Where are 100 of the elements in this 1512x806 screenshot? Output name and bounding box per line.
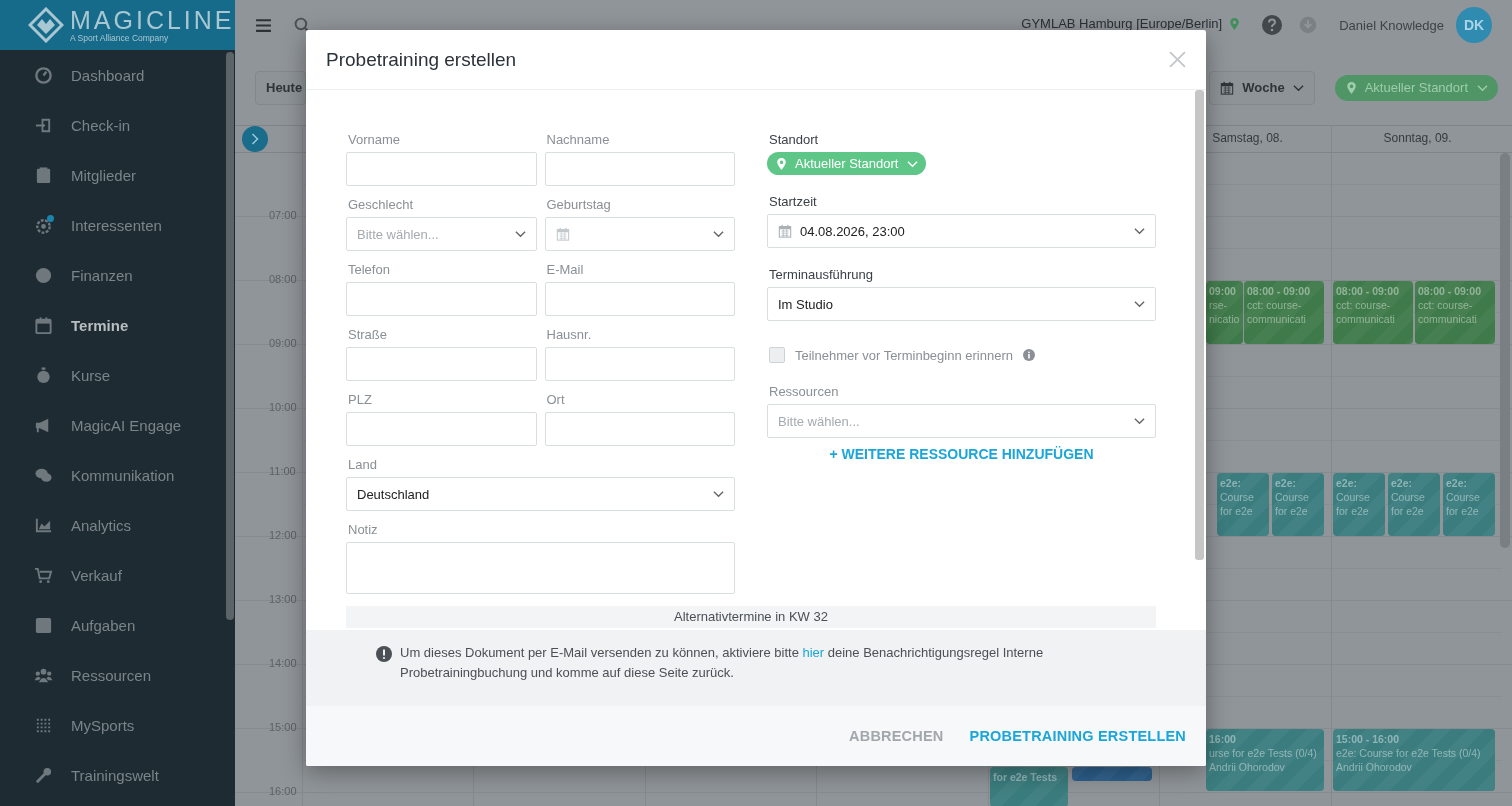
- sidebar-item[interactable]: Verkauf: [0, 550, 235, 600]
- chevron-icon: [251, 133, 259, 145]
- chevron-icon: [514, 230, 526, 238]
- calendar-event[interactable]: 08:00 - 09:00 cct: course- communicati: [1333, 281, 1413, 344]
- warning-icon: [376, 646, 392, 662]
- checkbox-label: Teilnehmer vor Terminbeginn erinnern: [795, 347, 1013, 363]
- text-field[interactable]: [544, 412, 735, 446]
- link[interactable]: hier: [802, 645, 825, 660]
- sidebar-item[interactable]: Finanzen: [0, 250, 235, 300]
- calendar-event[interactable]: 15:00 - 16:00 e2e: Course for e2e Tests (0/4) Andrii Ohorodov: [1333, 729, 1495, 791]
- field-label: Telefon: [347, 261, 391, 279]
- logo-name: MAGICLINE: [70, 7, 235, 33]
- sidebar-item[interactable]: Dashboard: [0, 50, 235, 100]
- calendar-icon: [555, 227, 570, 241]
- select-field[interactable]: Bitte wählen...: [767, 404, 1156, 438]
- text-field[interactable]: [544, 282, 735, 316]
- select-field[interactable]: Deutschland: [346, 477, 735, 511]
- chevron-icon: [1134, 300, 1145, 308]
- sidebar-item[interactable]: Kurse: [0, 350, 235, 400]
- field-label: Land: [347, 456, 378, 474]
- calendar-event[interactable]: for e2e Tests: [990, 767, 1068, 806]
- field-label: Nachname: [545, 131, 611, 149]
- calendar-event[interactable]: e2e: Course for e2e: [1217, 473, 1269, 536]
- calendar-icon: [1220, 80, 1235, 95]
- dialog-title: Probetraining erstellen: [326, 48, 518, 71]
- sidebar-item[interactable]: MagicAI Engage: [0, 400, 235, 450]
- create-button[interactable]: PROBETRAINING ERSTELLEN: [967, 722, 1188, 750]
- day-header: Sonntag, 09.: [1383, 131, 1452, 145]
- cart-icon: [34, 565, 53, 585]
- field-label: PLZ: [347, 391, 373, 409]
- field-label: Standort: [768, 131, 820, 149]
- text-field[interactable]: [346, 412, 537, 446]
- date-field[interactable]: [544, 217, 735, 251]
- sidebar-item[interactable]: Mitglieder: [0, 150, 235, 200]
- text-field[interactable]: [346, 347, 537, 381]
- close-icon[interactable]: [1169, 51, 1186, 68]
- calendar-event[interactable]: 09:00 rse- nicatio: [1206, 281, 1243, 344]
- field-label: Vorname: [347, 131, 402, 149]
- text-field[interactable]: [544, 347, 735, 381]
- notice-text: Um dieses Dokument per E-Mail versenden zu können, aktiviere bitte hier deine Benachrichtigungsregel Interne Probetrainingbuchung und komme auf diese Seite zurück.: [400, 644, 1045, 682]
- id-card-icon: [34, 165, 53, 185]
- add-resource-link[interactable]: + WEITERE RESSOURCE HINZUFÜGEN: [829, 446, 1094, 462]
- field-label: Ort: [545, 391, 566, 409]
- logo-icon: [28, 7, 64, 43]
- field-label: Startzeit: [768, 193, 818, 211]
- cancel-button[interactable]: ABBRECHEN: [847, 722, 946, 750]
- text-field[interactable]: [346, 152, 537, 186]
- expand-button[interactable]: [242, 126, 268, 152]
- menu-icon[interactable]: [255, 16, 272, 34]
- sidebar-item[interactable]: Aufgaben: [0, 600, 235, 650]
- calendar-icon: [778, 224, 792, 238]
- sidebar-item[interactable]: Termine: [0, 300, 235, 350]
- sidebar-item[interactable]: Check-in: [0, 100, 235, 150]
- location-name: GYMLAB Hamburg [Europe/Berlin]: [1021, 15, 1223, 31]
- sidebar-item[interactable]: Interessenten: [0, 200, 235, 250]
- calendar-event[interactable]: e2e: Course for e2e: [1388, 473, 1440, 536]
- location-dropdown[interactable]: Aktueller Standort: [767, 152, 927, 175]
- location-filter[interactable]: Aktueller Standort: [1334, 74, 1498, 101]
- field-label: Geschlecht: [347, 196, 415, 214]
- today-button[interactable]: Heute: [255, 70, 306, 105]
- calendar-event[interactable]: 08:00 - 09:00 cct: course- communicati: [1415, 281, 1495, 344]
- alternatives-bar: Alternativtermine in KW 32: [346, 606, 1156, 628]
- calendar-event[interactable]: e2e: Course for e2e: [1333, 473, 1385, 536]
- sidebar-item[interactable]: MySports: [0, 700, 235, 750]
- scrollbar[interactable]: [226, 52, 234, 620]
- chevron-icon: [713, 230, 724, 238]
- field-label: Notiz: [347, 521, 379, 539]
- sidebar-item[interactable]: Trainingswelt: [0, 750, 235, 800]
- avatar[interactable]: DK: [1456, 7, 1492, 43]
- view-dropdown[interactable]: Woche: [1209, 70, 1315, 105]
- text-field[interactable]: [346, 282, 537, 316]
- help-icon[interactable]: [1261, 14, 1284, 36]
- chevron-icon: [1134, 417, 1145, 425]
- calendar-event[interactable]: e2e: Course for e2e: [1443, 473, 1495, 536]
- date-field[interactable]: 04.08.2026, 23:00: [767, 214, 1156, 248]
- chevron-icon: [1477, 83, 1488, 92]
- select-field[interactable]: Im Studio: [767, 287, 1156, 321]
- text-field[interactable]: [544, 152, 735, 186]
- field-label: E-Mail: [545, 261, 585, 279]
- scrollbar[interactable]: [1195, 90, 1204, 560]
- calendar-event[interactable]: e2e: Course for e2e: [1272, 473, 1324, 536]
- info-icon[interactable]: [1023, 349, 1035, 361]
- calendar-event[interactable]: 16:00 urse for e2e Tests (0/4) Andrii Ohorodov: [1206, 729, 1324, 791]
- sidebar-item[interactable]: Ressourcen: [0, 650, 235, 700]
- logo-tagline: A Sport Alliance Company: [70, 33, 170, 43]
- chevron-icon: [907, 159, 919, 168]
- sidebar-item[interactable]: Kommunikation: [0, 450, 235, 500]
- pin-icon: [777, 157, 786, 170]
- pin-icon: [1346, 81, 1356, 94]
- stopwatch-icon: [34, 365, 53, 385]
- field-label: Geburtstag: [545, 196, 612, 214]
- sidebar-item[interactable]: Analytics: [0, 500, 235, 550]
- calendar-event[interactable]: [1072, 767, 1152, 781]
- text-area[interactable]: [346, 542, 735, 594]
- field-label: Straße: [347, 326, 388, 344]
- calendar-icon: [34, 315, 53, 335]
- chevron-icon: [713, 490, 724, 498]
- select-field[interactable]: Bitte wählen...: [346, 217, 537, 251]
- field-label: Ressourcen: [768, 383, 840, 401]
- calendar-event[interactable]: 08:00 - 09:00 cct: course- communicati: [1244, 281, 1324, 344]
